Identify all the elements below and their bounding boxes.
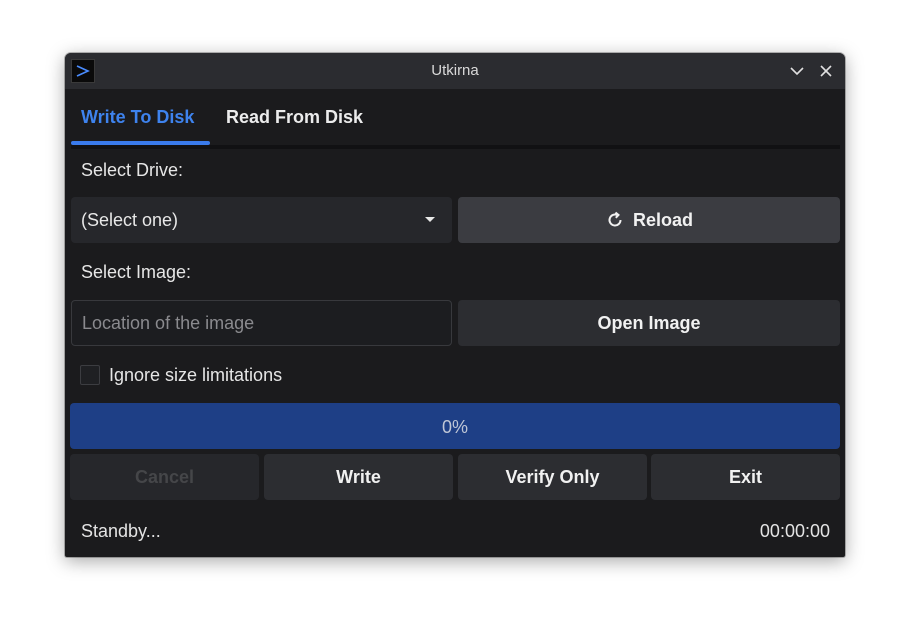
write-button-label: Write — [336, 466, 381, 487]
drive-select-value: (Select one) — [81, 210, 179, 230]
write-button[interactable]: Write — [264, 454, 453, 500]
elapsed-timer: 00:00:00 — [759, 521, 830, 541]
status-message: Standby... — [81, 521, 161, 541]
tab-read-from-disk[interactable]: Read From Disk — [226, 107, 363, 128]
window-title: Utkirna — [431, 62, 479, 79]
close-button[interactable] — [816, 61, 836, 81]
cancel-button-label: Cancel — [134, 466, 195, 487]
active-tab-indicator — [71, 141, 210, 145]
open-image-button[interactable]: Open Image — [458, 300, 840, 346]
open-image-button-label: Open Image — [597, 312, 701, 333]
minimize-button[interactable] — [787, 61, 807, 81]
reload-button[interactable]: Reload — [458, 197, 840, 243]
close-icon — [820, 65, 832, 77]
drive-select[interactable]: (Select one) — [71, 197, 452, 243]
titlebar[interactable]: Utkirna — [65, 53, 845, 89]
progress-text: 0% — [441, 417, 468, 437]
app-window: Utkirna Write To Disk Read From Disk Sel… — [65, 53, 845, 557]
verify-only-button-label: Verify Only — [505, 466, 600, 487]
image-location-field[interactable] — [71, 300, 452, 346]
select-drive-label: Select Drive: — [81, 160, 184, 180]
tab-write-to-disk[interactable]: Write To Disk — [81, 107, 194, 128]
ignore-size-label[interactable]: Ignore size limitations — [109, 365, 282, 386]
progress-bar: 0% — [70, 403, 840, 449]
refresh-icon — [608, 211, 622, 227]
chevron-down-icon — [790, 67, 804, 76]
ignore-size-checkbox[interactable] — [80, 365, 100, 385]
exit-button-label: Exit — [728, 466, 762, 487]
image-location-input[interactable] — [72, 301, 451, 345]
tab-divider — [71, 145, 840, 149]
cancel-button[interactable]: Cancel — [70, 454, 259, 500]
reload-button-label: Reload — [632, 209, 693, 230]
exit-button[interactable]: Exit — [651, 454, 840, 500]
select-image-label: Select Image: — [81, 262, 192, 282]
verify-only-button[interactable]: Verify Only — [458, 454, 647, 500]
tab-bar: Write To Disk Read From Disk — [65, 89, 845, 149]
caret-down-icon — [425, 217, 435, 222]
